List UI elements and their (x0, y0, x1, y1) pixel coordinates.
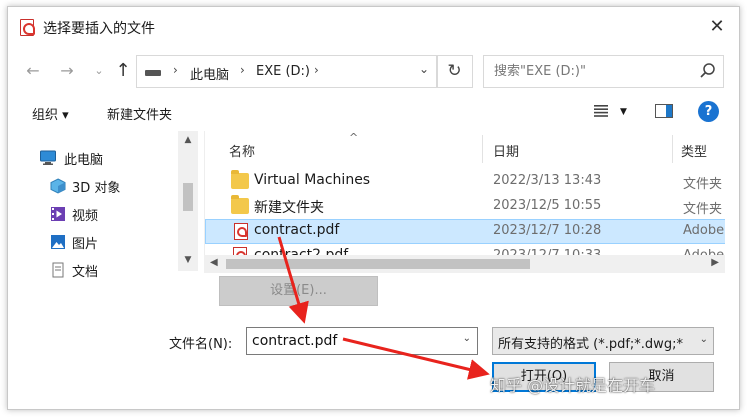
video-icon (51, 207, 65, 221)
breadcrumb-this-pc[interactable]: 此电脑 (190, 64, 229, 83)
file-date: 2023/12/7 10:28 (493, 223, 602, 238)
nav-item-3d-objects[interactable]: 3D 对象 (8, 173, 178, 199)
column-divider[interactable] (482, 135, 483, 163)
file-name: Virtual Machines (254, 172, 371, 188)
nav-item-label: 视频 (72, 209, 99, 224)
documents-icon (52, 262, 64, 278)
help-icon[interactable]: ? (698, 101, 719, 122)
recent-locations-chevron-icon[interactable]: ⌄ (88, 60, 110, 82)
folder-icon (231, 170, 249, 189)
column-header-type[interactable]: 类型 (681, 141, 707, 160)
file-list-horizontal-scrollbar[interactable]: ◀ ▶ (204, 255, 725, 273)
file-row-selected[interactable]: contract.pdf 2023/12/7 10:28 Adobe (205, 219, 725, 244)
breadcrumb-chevron-icon[interactable]: › (173, 63, 178, 77)
filename-input[interactable] (247, 328, 452, 354)
filename-combobox[interactable]: ⌄ (246, 327, 478, 355)
file-type: 文件夹 (683, 177, 723, 192)
search-input[interactable] (484, 56, 689, 87)
window-title: 选择要插入的文件 (43, 21, 155, 37)
column-header-row: ^ 名称 日期 类型 (205, 131, 725, 165)
refresh-icon: ↻ (447, 61, 462, 81)
scroll-down-arrow-icon[interactable]: ▼ (178, 255, 198, 265)
up-arrow-icon[interactable]: ↑ (112, 60, 134, 82)
file-type-filter-value: 所有支持的格式 (*.pdf;*.dwg;* (498, 337, 683, 352)
close-button[interactable]: ✕ (705, 15, 729, 39)
search-box[interactable] (483, 55, 724, 88)
filename-label: 文件名(N): (169, 337, 233, 352)
navigation-pane: 此电脑 3D 对象 视频 图片 文档 ▲ ▼ (8, 131, 198, 280)
filter-dropdown-chevron-icon[interactable]: ⌄ (700, 334, 708, 345)
file-dialog: 选择要插入的文件 ✕ ← → ⌄ ↑ › 此电脑 › EXE (D:) › ⌄ … (7, 6, 740, 410)
pdf-app-icon (20, 19, 35, 36)
file-row[interactable]: Virtual Machines 2022/3/13 13:43 文件夹 (205, 169, 725, 194)
nav-pane-scrollbar[interactable]: ▲ ▼ (178, 131, 198, 271)
nav-item-label: 文档 (72, 265, 99, 280)
drive-icon (145, 70, 161, 76)
command-bar: 组织 ▾ 新建文件夹 ▼ ? (8, 95, 739, 129)
address-bar[interactable]: › 此电脑 › EXE (D:) › ⌄ (136, 55, 438, 88)
view-list-icon[interactable] (594, 105, 608, 117)
file-name: 新建文件夹 (254, 200, 324, 216)
3d-objects-icon (50, 178, 66, 194)
breadcrumb-exe-drive[interactable]: EXE (D:) (256, 64, 310, 79)
refresh-button[interactable]: ↻ (436, 55, 473, 88)
scroll-up-arrow-icon[interactable]: ▲ (178, 135, 198, 145)
file-name: contract.pdf (254, 222, 340, 238)
organize-menu-button[interactable]: 组织 ▾ (32, 104, 69, 123)
file-type: Adobe (683, 223, 725, 238)
forward-arrow-icon[interactable]: → (56, 60, 78, 82)
nav-item-label: 此电脑 (64, 153, 104, 168)
nav-item-label: 图片 (72, 237, 99, 252)
settings-button[interactable]: 设置(E)... (219, 276, 378, 306)
file-row[interactable]: 新建文件夹 2023/12/5 10:55 文件夹 (205, 194, 725, 219)
nav-item-video[interactable]: 视频 (8, 201, 178, 227)
preview-pane-icon[interactable] (655, 104, 673, 118)
file-date: 2022/3/13 13:43 (493, 173, 602, 188)
scroll-right-arrow-icon[interactable]: ▶ (711, 257, 719, 268)
title-bar: 选择要插入的文件 ✕ (8, 7, 739, 47)
filename-dropdown-chevron-icon[interactable]: ⌄ (463, 333, 471, 344)
computer-icon (40, 150, 56, 165)
pictures-icon (51, 235, 65, 249)
nav-item-documents[interactable]: 文档 (8, 257, 178, 283)
view-options-caret-icon[interactable]: ▼ (620, 107, 627, 117)
nav-pane-scroll-thumb[interactable] (183, 183, 193, 211)
sort-ascending-icon: ^ (349, 131, 359, 144)
nav-item-this-pc[interactable]: 此电脑 (8, 145, 178, 171)
pdf-file-icon (234, 223, 248, 240)
nav-item-pictures[interactable]: 图片 (8, 229, 178, 255)
address-dropdown-chevron-icon[interactable]: ⌄ (419, 62, 429, 76)
breadcrumb-chevron-icon[interactable]: › (240, 63, 245, 77)
folder-icon (231, 195, 249, 214)
address-row: ← → ⌄ ↑ › 此电脑 › EXE (D:) › ⌄ ↻ (8, 52, 739, 92)
horizontal-scroll-thumb[interactable] (226, 259, 530, 269)
file-type-filter-select[interactable]: 所有支持的格式 (*.pdf;*.dwg;* ⌄ (492, 327, 714, 355)
nav-item-label: 3D 对象 (72, 181, 121, 196)
watermark: 知乎 @设计就是在开车 (490, 376, 656, 395)
column-divider[interactable] (672, 135, 673, 163)
back-arrow-icon[interactable]: ← (22, 60, 44, 82)
file-list: ^ 名称 日期 类型 Virtual Machines 2022/3/13 13… (204, 131, 725, 272)
file-type: 文件夹 (683, 202, 723, 217)
column-header-name[interactable]: 名称 (229, 141, 255, 160)
search-icon[interactable] (699, 62, 717, 80)
scroll-left-arrow-icon[interactable]: ◀ (210, 257, 218, 268)
breadcrumb-chevron-icon[interactable]: › (314, 63, 319, 77)
new-folder-button[interactable]: 新建文件夹 (107, 104, 172, 123)
file-date: 2023/12/5 10:55 (493, 198, 602, 213)
column-header-date[interactable]: 日期 (493, 141, 519, 160)
